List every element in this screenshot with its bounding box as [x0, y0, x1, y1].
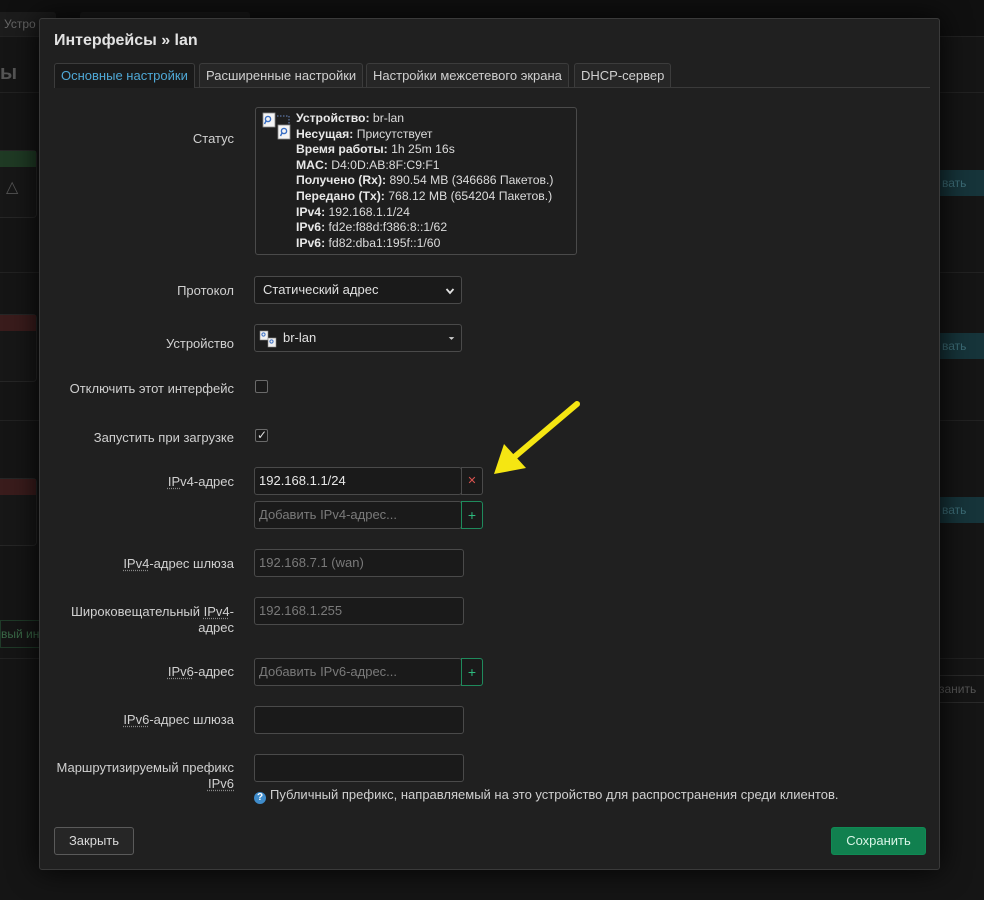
status-line-ipv4: IPv4: 192.168.1.1/24	[296, 205, 553, 221]
ipv6-prefix-hint: ? Публичный префикс, направляемый на это …	[254, 787, 839, 804]
background-edit-button: вать	[938, 497, 984, 523]
caret-down-icon	[448, 335, 455, 342]
status-line-tx: Передано (Tx): 768.12 MB (654204 Пакетов…	[296, 189, 553, 205]
network-icon: △	[0, 167, 36, 207]
close-button[interactable]: Закрыть	[54, 827, 134, 855]
device-label: Устройство	[166, 336, 234, 352]
background-card	[0, 314, 37, 382]
dialog-title: Интерфейсы » lan	[54, 32, 198, 50]
chevron-down-icon	[445, 286, 455, 296]
tab-general-settings[interactable]: Основные настройки	[54, 63, 195, 88]
status-line-ipv6: IPv6: fd82:dba1:195f::1/60	[296, 236, 553, 252]
device-value: br-lan	[283, 330, 316, 345]
status-line-rx: Получено (Rx): 890.54 MB (346686 Пакетов…	[296, 173, 553, 189]
ipv6-prefix-input[interactable]	[254, 754, 464, 782]
tab-dhcp-server[interactable]: DHCP-сервер	[574, 63, 671, 87]
protocol-label: Протокол	[177, 283, 234, 299]
disable-interface-checkbox[interactable]	[255, 380, 268, 393]
autostart-checkbox[interactable]: ✓	[255, 429, 268, 442]
checkmark-icon: ✓	[257, 428, 267, 442]
device-select[interactable]: br-lan	[254, 324, 462, 352]
status-label: Статус	[193, 131, 234, 147]
background-heading: ы	[0, 62, 17, 85]
tab-bar: Основные настройки Расширенные настройки…	[54, 63, 930, 88]
help-icon: ?	[254, 792, 266, 804]
autostart-label: Запустить при загрузке	[94, 430, 234, 446]
protocol-select[interactable]: Статический адрес	[254, 276, 462, 304]
ipv6-gateway-input[interactable]	[254, 706, 464, 734]
bridge-device-icon	[259, 330, 277, 348]
add-ipv4-input[interactable]: Добавить IPv4-адрес...	[254, 501, 462, 529]
background-edit-button: вать	[938, 170, 984, 196]
ipv4-gateway-label: IPv4-адрес шлюза	[123, 556, 234, 572]
background-card: △	[0, 150, 37, 218]
status-line-carrier: Несущая: Присутствует	[296, 127, 553, 143]
remove-ipv4-button[interactable]: ✕	[461, 467, 483, 495]
ipv4-gateway-input[interactable]: 192.168.7.1 (wan)	[254, 549, 464, 577]
tab-advanced-settings[interactable]: Расширенные настройки	[199, 63, 363, 87]
add-ipv6-input[interactable]: Добавить IPv6-адрес...	[254, 658, 462, 686]
ipv4-broadcast-label: Широковещательный IPv4- адрес	[71, 604, 234, 636]
add-ipv4-button[interactable]: +	[461, 501, 483, 529]
status-line-mac: MAC: D4:0D:AB:8F:C9:F1	[296, 158, 553, 174]
ipv4-address-label: IPv4-адрес	[168, 474, 234, 490]
status-panel: Устройство: br-lan Несущая: Присутствует…	[255, 107, 577, 255]
tab-firewall-settings[interactable]: Настройки межсетевого экрана	[366, 63, 569, 87]
network-device-icon	[262, 112, 296, 142]
background-card	[0, 478, 37, 546]
ipv6-gateway-label: IPv6-адрес шлюза	[123, 712, 234, 728]
disable-interface-label: Отключить этот интерфейс	[70, 381, 234, 397]
close-icon: ✕	[467, 475, 476, 487]
background-edit-button: вать	[938, 333, 984, 359]
status-line-ipv6: IPv6: fd2e:f88d:f386:8::1/62	[296, 220, 553, 236]
background-save-button: занить	[938, 675, 984, 703]
protocol-value: Статический адрес	[263, 282, 378, 297]
annotation-arrow-icon	[488, 400, 584, 480]
plus-icon: +	[468, 507, 476, 523]
save-button[interactable]: Сохранить	[831, 827, 926, 855]
status-line-uptime: Время работы: 1h 25m 16s	[296, 142, 553, 158]
ipv4-address-input[interactable]: 192.168.1.1/24	[254, 467, 462, 495]
background-add-button: вый ин	[0, 620, 42, 648]
plus-icon: +	[468, 664, 476, 680]
add-ipv6-button[interactable]: +	[461, 658, 483, 686]
status-line-device: Устройство: br-lan	[296, 111, 553, 127]
status-details: Устройство: br-lan Несущая: Присутствует…	[296, 111, 553, 251]
ipv6-prefix-label: Маршрутизируемый префикс IPv6	[57, 760, 235, 792]
ipv4-broadcast-input[interactable]: 192.168.1.255	[254, 597, 464, 625]
ipv6-address-label: IPv6-адрес	[168, 664, 234, 680]
